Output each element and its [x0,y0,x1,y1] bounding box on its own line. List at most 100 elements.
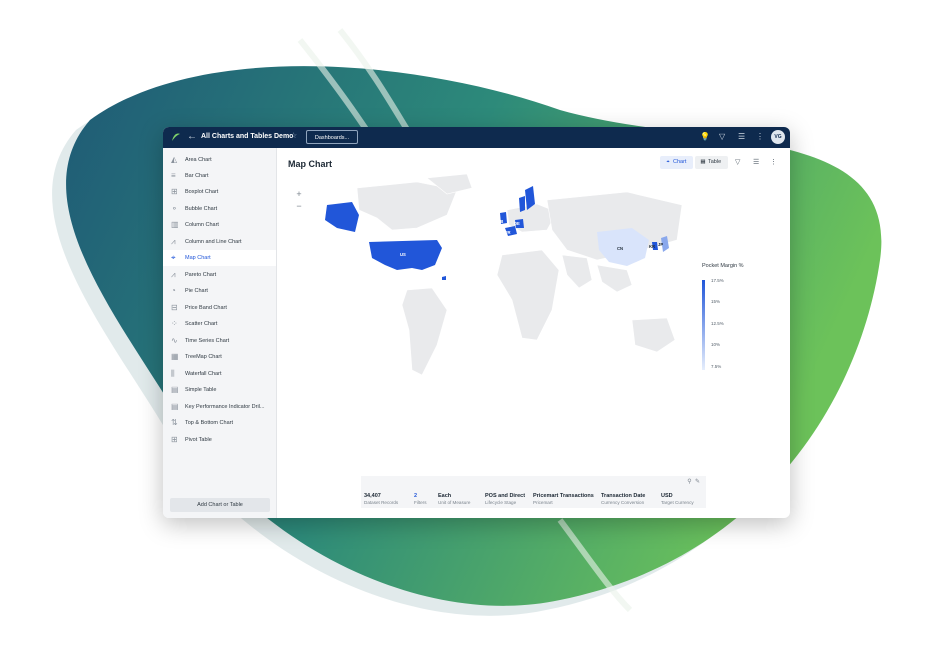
table-icon: ▤ [171,385,179,394]
label-gb: GB [497,219,503,224]
sidebar-item-area-chart[interactable]: ◭ Area Chart [163,152,276,168]
label-us: US [400,252,406,257]
tab-label: Chart [673,159,687,165]
footer-label: Pricemart [533,500,553,505]
legend-tick: 10% [711,342,721,347]
dashboard-title: All Charts and Tables Demo [201,133,294,140]
footer-item-records: 34,407 Dataset Records [364,493,398,505]
tab-label: Table [708,159,722,165]
sidebar-item-waterfall-chart[interactable]: ⫼ Waterfall Chart [163,366,276,382]
sidebar-item-label: Bar Chart [185,173,209,179]
region-se-south[interactable] [519,196,525,212]
sidebar: ◭ Area Chart ≡ Bar Chart ⊞ Boxplot Chart ⚬ B… [163,148,277,518]
footer-item-unit: Each Unit of Measure [438,493,470,505]
sidebar-item-label: Boxplot Chart [185,189,219,195]
boxplot-chart-icon: ⊞ [171,187,178,196]
time-series-chart-icon: ∿ [171,336,178,345]
edit-pencil-icon[interactable]: ✎ [695,479,700,485]
sidebar-item-label: Time Series Chart [185,338,230,344]
settings-sliders-icon[interactable]: ☰ [753,156,759,169]
footer-item-pricemart: Pricemart Transactions Pricemart [533,493,594,505]
table-icon: ▦ [700,159,706,165]
sidebar-item-time-series-chart[interactable]: ∿ Time Series Chart [163,333,276,349]
sidebar-item-label: Simple Table [185,387,217,393]
more-menu-icon[interactable]: ⋮ [756,131,764,143]
avatar[interactable]: VG [771,130,785,144]
footer-value: Each [438,493,452,499]
sidebar-item-column-chart[interactable]: ▥ Column Chart [163,217,276,233]
sidebar-item-bar-chart[interactable]: ≡ Bar Chart [163,168,276,184]
settings-sliders-icon[interactable]: ☰ [738,131,745,143]
sidebar-item-label: Key Performance Indicator Dril... [185,404,265,410]
footer-label: Dataset Records [364,500,399,505]
favorite-icon[interactable]: ☆ [290,131,297,140]
column-chart-icon: ▥ [171,220,179,229]
footer-value: USD [661,493,673,499]
label-kr: KR [649,244,655,249]
region-small-caribbean[interactable] [442,276,446,280]
filter-icon[interactable]: ▽ [719,131,725,143]
sidebar-item-label: Top & Bottom Chart [185,420,233,426]
app-logo-icon [172,133,180,141]
sidebar-item-boxplot-chart[interactable]: ⊞ Boxplot Chart [163,184,276,200]
sidebar-item-treemap-chart[interactable]: ▦ TreeMap Chart [163,349,276,365]
sidebar-item-label: Scatter Chart [185,321,218,327]
footer-label: Unit of Measure [438,500,471,505]
sidebar-item-scatter-chart[interactable]: ⁘ Scatter Chart [163,316,276,332]
world-map[interactable]: US CN KR JP GB DE FR [297,170,697,395]
sidebar-item-simple-table[interactable]: ▤ Simple Table [163,382,276,398]
sidebar-item-pie-chart[interactable]: ◔ Pie Chart [163,283,276,299]
pie-chart-icon: ◔ [171,286,176,295]
map-chart-icon: ⌖ [171,253,176,262]
footer-label: Currency Conversion [601,500,645,505]
sidebar-item-label: Waterfall Chart [185,371,222,377]
legend-tick: 15% [711,299,721,304]
more-menu-icon[interactable]: ⋮ [770,156,777,169]
back-arrow-icon[interactable]: ← [187,131,197,143]
sidebar-item-label: Area Chart [185,157,212,163]
tab-table[interactable]: ▦ Table [695,156,728,169]
pin-icon[interactable]: ⚲ [687,479,691,485]
top-bottom-chart-icon: ⇅ [171,418,178,427]
filter-icon[interactable]: ▽ [735,156,740,169]
lightbulb-icon[interactable]: 💡 [700,131,710,143]
sidebar-item-label: Price Band Chart [185,305,227,311]
waterfall-chart-icon: ⫼ [171,369,175,378]
sidebar-item-label: TreeMap Chart [185,354,222,360]
add-chart-button[interactable]: Add Chart or Table [170,498,270,512]
top-bar: ← All Charts and Tables Demo ☆ Dashboard… [163,127,790,148]
footer-value: 34,407 [364,493,381,499]
sidebar-item-label: Column and Line Chart [185,239,242,245]
footer-item-currency-conversion: Transaction Date Currency Conversion [601,493,645,505]
legend-color-scale [702,280,705,370]
sidebar-item-pivot-table[interactable]: ⊞ Pivot Table [163,432,276,448]
sidebar-item-kpi[interactable]: ▤ Key Performance Indicator Dril... [163,399,276,415]
label-de: DE [514,221,520,226]
tab-chart[interactable]: ⌖ Chart [660,156,693,169]
legend-tick: 12.5% [711,321,724,326]
sidebar-item-bubble-chart[interactable]: ⚬ Bubble Chart [163,201,276,217]
area-chart-icon: ◭ [171,155,178,164]
label-fr: FR [505,230,511,235]
column-line-chart-icon: ⩘ [171,237,176,246]
region-alaska[interactable] [325,202,359,232]
sidebar-item-price-band-chart[interactable]: ⊟ Price Band Chart [163,300,276,316]
footer-item-filters[interactable]: 2 Filters [414,493,427,505]
label-cn: CN [617,246,623,251]
sidebar-item-label: Pie Chart [185,288,208,294]
footer-value: Transaction Date [601,493,646,499]
footer-item-target-currency: USD Target Currency [661,493,694,505]
legend-tick: 7.5% [711,364,722,369]
sidebar-item-column-line-chart[interactable]: ⩘ Column and Line Chart [163,234,276,250]
sidebar-item-top-bottom-chart[interactable]: ⇅ Top & Bottom Chart [163,415,276,431]
footer-label: Lifecycle Stage [485,500,517,505]
sidebar-item-label: Bubble Chart [185,206,218,212]
dashboards-button[interactable]: Dashboards... [306,130,358,144]
sidebar-item-label: Pivot Table [185,437,212,443]
footer-item-lifecycle: POS and Direct Lifecycle Stage [485,493,525,505]
footer-value: POS and Direct [485,493,526,499]
label-jp: JP [658,242,663,247]
sidebar-item-map-chart[interactable]: ⌖ Map Chart [163,250,276,266]
sidebar-item-pareto-chart[interactable]: ⩘ Pareto Chart [163,267,276,283]
footer-value: Pricemart Transactions [533,493,594,499]
